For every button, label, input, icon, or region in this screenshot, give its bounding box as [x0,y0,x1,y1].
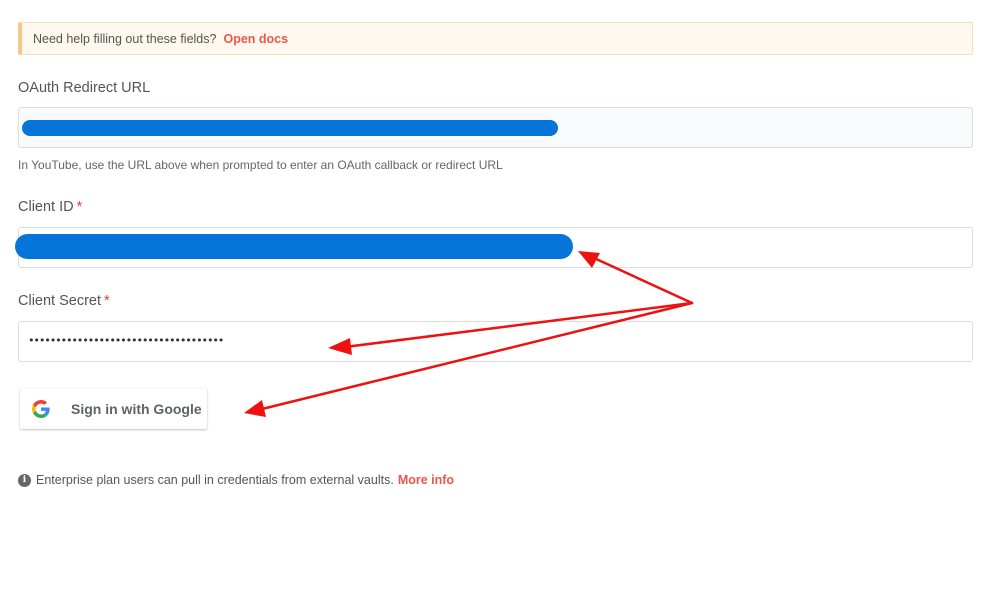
client-id-label: Client ID * [18,199,82,215]
arrowhead-google-button [244,400,266,417]
required-marker: * [76,199,83,215]
enterprise-note: i Enterprise plan users can pull in cred… [18,473,454,487]
redaction-mark [15,234,573,259]
client-secret-label: Client Secret * [18,293,110,309]
credentials-form: Need help filling out these fields? Open… [0,0,985,616]
client-secret-label-text: Client Secret [18,293,102,309]
help-banner: Need help filling out these fields? Open… [18,22,973,55]
open-docs-link[interactable]: Open docs [223,32,288,46]
client-secret-masked-value: •••••••••••••••••••••••••••••••••••• [28,334,224,347]
client-secret-field[interactable]: •••••••••••••••••••••••••••••••••••• [18,321,973,362]
info-icon: i [18,473,31,487]
more-info-link[interactable]: More info [398,473,454,487]
oauth-redirect-label: OAuth Redirect URL [18,80,150,96]
enterprise-note-text: Enterprise plan users can pull in creden… [36,473,394,487]
redaction-mark [22,120,558,136]
oauth-redirect-field[interactable] [18,107,973,148]
help-banner-text: Need help filling out these fields? [33,31,217,46]
google-g-icon [32,399,50,418]
client-id-label-text: Client ID [18,199,74,215]
required-marker: * [104,293,110,309]
sign-in-with-google-button[interactable]: Sign in with Google [20,388,207,429]
oauth-redirect-label-text: OAuth Redirect URL [18,80,151,96]
client-id-field[interactable] [15,227,973,268]
oauth-redirect-hint: In YouTube, use the URL above when promp… [18,158,503,172]
sign-in-with-google-label: Sign in with Google [71,400,202,417]
